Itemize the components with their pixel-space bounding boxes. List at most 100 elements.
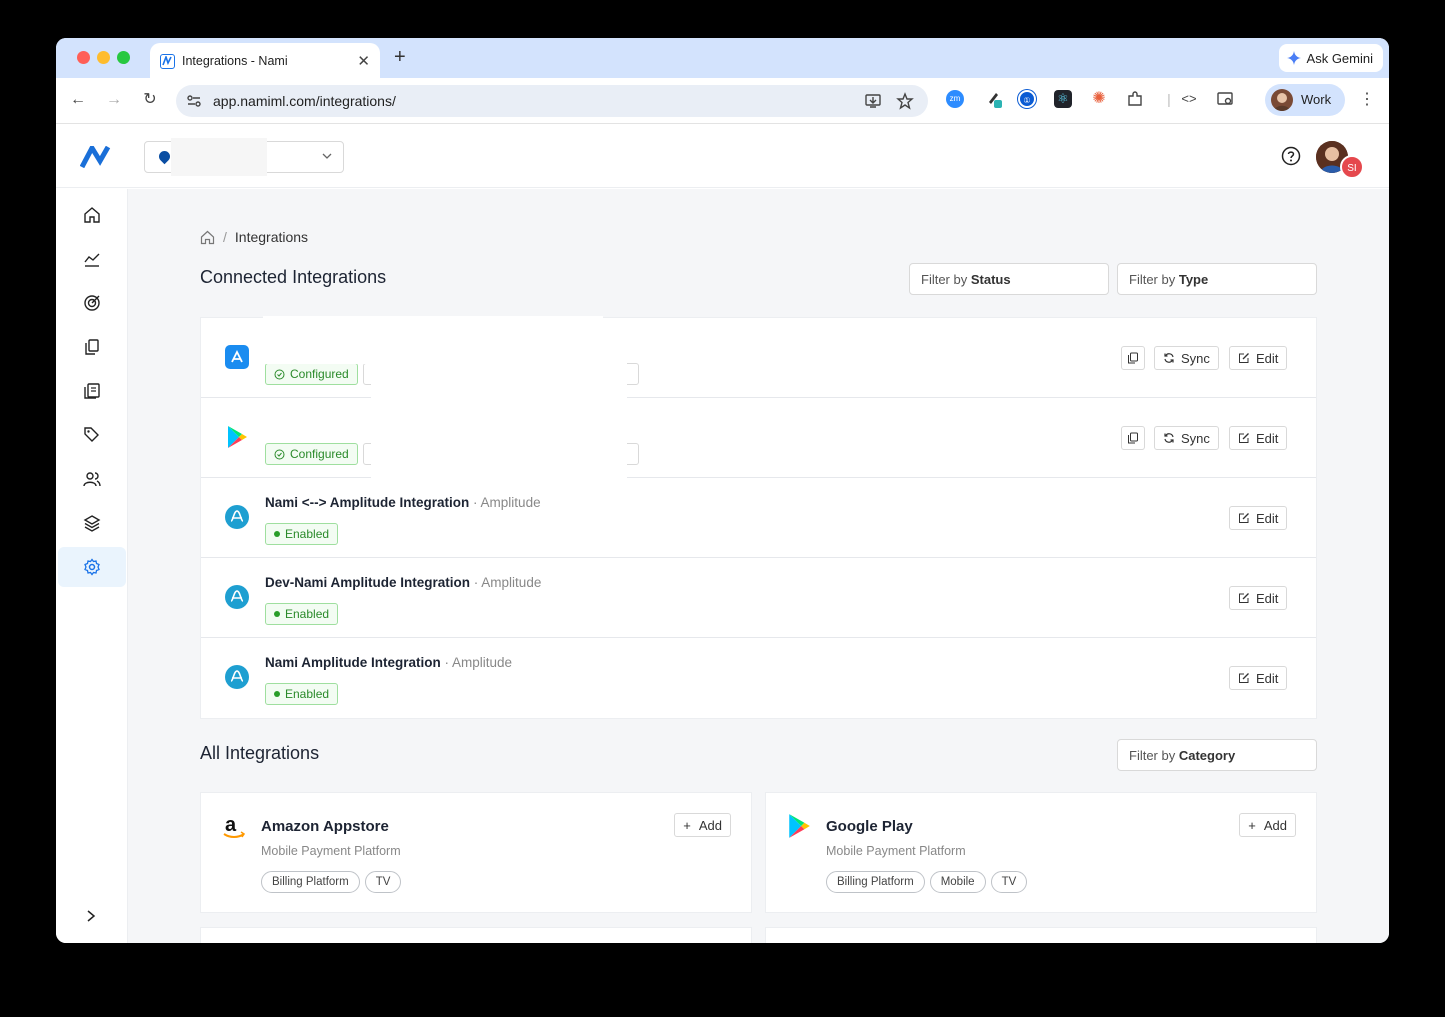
- edit-button[interactable]: Edit: [1229, 346, 1288, 370]
- home-icon[interactable]: [200, 230, 215, 245]
- amplitude-icon: [225, 585, 249, 609]
- minimize-window-button[interactable]: [97, 51, 110, 64]
- site-info-icon[interactable]: [186, 93, 202, 109]
- filter-type-select[interactable]: Filter by Type: [1117, 263, 1317, 295]
- all-integrations-title: All Integrations: [200, 743, 320, 763]
- user-initials-badge[interactable]: SI: [1340, 155, 1364, 179]
- ask-gemini-button[interactable]: Ask Gemini: [1278, 44, 1383, 72]
- edit-button[interactable]: Edit: [1229, 506, 1288, 530]
- org-pin-icon: [156, 148, 173, 165]
- sidebar-item-products[interactable]: [58, 415, 126, 455]
- sidebar-item-home[interactable]: [58, 195, 126, 235]
- amplitude-icon: [225, 505, 249, 529]
- edit-button[interactable]: Edit: [1229, 426, 1288, 450]
- tab-close-icon[interactable]: ✕: [357, 52, 370, 70]
- zoom-extension-icon[interactable]: zm: [946, 90, 964, 108]
- list-item: Dev-Nami Amplitude Integration · Amplitu…: [201, 558, 1316, 638]
- url-text: app.namiml.com/integrations/: [213, 93, 396, 109]
- edit-icon: [1239, 593, 1249, 603]
- claude-extension-icon[interactable]: ✺: [1090, 90, 1108, 108]
- sidebar-item-analytics[interactable]: [58, 239, 126, 279]
- org-selector[interactable]: [144, 138, 344, 176]
- main-content: / Integrations Connected Integrations Fi…: [128, 189, 1389, 943]
- card-tags: Billing Platform Mobile TV: [826, 871, 1028, 893]
- integration-card-google-play[interactable]: Google Play Mobile Payment Platform Bill…: [765, 792, 1317, 913]
- browser-window: Integrations - Nami ✕ + Ask Gemini ← → ↻…: [56, 38, 1389, 943]
- sidebar-item-customers[interactable]: [58, 459, 126, 499]
- svg-text:a: a: [225, 814, 237, 836]
- status-badge: Enabled: [265, 603, 339, 625]
- browser-toolbar: ← → ↻ app.namiml.com/integrations/ zm ① …: [56, 78, 1389, 124]
- search-tab-icon[interactable]: [1216, 90, 1234, 108]
- chevron-right-icon[interactable]: [84, 909, 98, 923]
- sync-button[interactable]: Sync: [1154, 426, 1219, 450]
- address-bar[interactable]: app.namiml.com/integrations/: [176, 85, 928, 117]
- code-view-icon[interactable]: <>: [1180, 90, 1198, 108]
- nami-logo[interactable]: [80, 146, 116, 168]
- react-devtools-icon[interactable]: ⚛: [1054, 90, 1072, 108]
- sidebar-item-layers[interactable]: [58, 503, 126, 543]
- copy-button[interactable]: [1121, 346, 1145, 370]
- card-description: Mobile Payment Platform: [261, 844, 401, 858]
- status-badge: Configured: [265, 363, 358, 385]
- integration-card-amazon[interactable]: a Amazon Appstore Mobile Payment Platfor…: [200, 792, 752, 913]
- browser-menu-icon[interactable]: ⋮: [1359, 89, 1375, 109]
- check-circle-icon: [274, 449, 285, 459]
- edit-icon: [1239, 513, 1249, 523]
- status-badge: Enabled: [265, 683, 339, 705]
- sidebar: [56, 189, 128, 943]
- filter-status-select[interactable]: Filter by Status: [909, 263, 1109, 295]
- edit-icon: [1239, 673, 1249, 683]
- profile-chip[interactable]: Work: [1265, 84, 1345, 116]
- copy-button[interactable]: [1121, 426, 1145, 450]
- add-button[interactable]: + Add: [1239, 813, 1296, 837]
- edit-button[interactable]: Edit: [1229, 666, 1288, 690]
- sidebar-item-campaigns[interactable]: [58, 283, 126, 323]
- install-app-icon[interactable]: [864, 92, 882, 110]
- new-tab-button[interactable]: +: [394, 46, 406, 69]
- check-circle-icon: [274, 369, 285, 379]
- sidebar-item-paywalls[interactable]: [58, 327, 126, 367]
- browser-tab[interactable]: Integrations - Nami ✕: [150, 43, 380, 78]
- users-icon: [83, 472, 101, 487]
- add-button[interactable]: + Add: [674, 813, 731, 837]
- breadcrumb-current: Integrations: [234, 229, 309, 245]
- bookmark-star-icon[interactable]: [896, 92, 914, 110]
- plus-icon: +: [683, 817, 691, 833]
- sync-icon: [1164, 353, 1174, 363]
- password-manager-icon[interactable]: ①: [1018, 90, 1036, 108]
- filter-category-select[interactable]: Filter by Category: [1117, 739, 1317, 771]
- integration-title: Dev-Nami Amplitude Integration · Amplitu…: [265, 575, 542, 590]
- amplitude-icon: [225, 665, 249, 689]
- layers-icon: [83, 515, 101, 532]
- sidebar-item-settings[interactable]: [58, 547, 126, 587]
- google-play-icon: [789, 814, 810, 838]
- status-badge: Enabled: [265, 523, 339, 545]
- app-header: SI: [56, 125, 1389, 188]
- copy-icon: [1128, 352, 1138, 364]
- integration-card-partial[interactable]: [765, 927, 1317, 943]
- edit-icon: [1239, 433, 1249, 443]
- tag-pill: Billing Platform: [826, 871, 925, 893]
- target-icon: [84, 295, 100, 311]
- sidebar-item-content[interactable]: [58, 371, 126, 411]
- back-icon[interactable]: ←: [68, 90, 88, 110]
- sync-button[interactable]: Sync: [1154, 346, 1219, 370]
- tag-pill: Billing Platform: [261, 871, 360, 893]
- edit-button[interactable]: Edit: [1229, 586, 1288, 610]
- list-item: Configured Sync Edit: [201, 316, 1316, 398]
- card-name: Amazon Appstore: [261, 818, 389, 835]
- documents-icon: [84, 383, 100, 399]
- card-description: Mobile Payment Platform: [826, 844, 966, 858]
- extensions-puzzle-icon[interactable]: [1126, 90, 1144, 108]
- maximize-window-button[interactable]: [117, 51, 130, 64]
- close-window-button[interactable]: [77, 51, 90, 64]
- list-item: Nami Amplitude Integration · Amplitude E…: [201, 638, 1316, 718]
- gemini-label: Ask Gemini: [1306, 50, 1373, 66]
- help-icon[interactable]: [1281, 146, 1301, 166]
- tab-title: Integrations - Nami: [182, 54, 288, 68]
- reload-icon[interactable]: ↻: [140, 90, 160, 110]
- pen-extension-icon[interactable]: [986, 90, 1004, 108]
- integration-card-partial[interactable]: [200, 927, 752, 943]
- forward-icon[interactable]: →: [104, 90, 124, 110]
